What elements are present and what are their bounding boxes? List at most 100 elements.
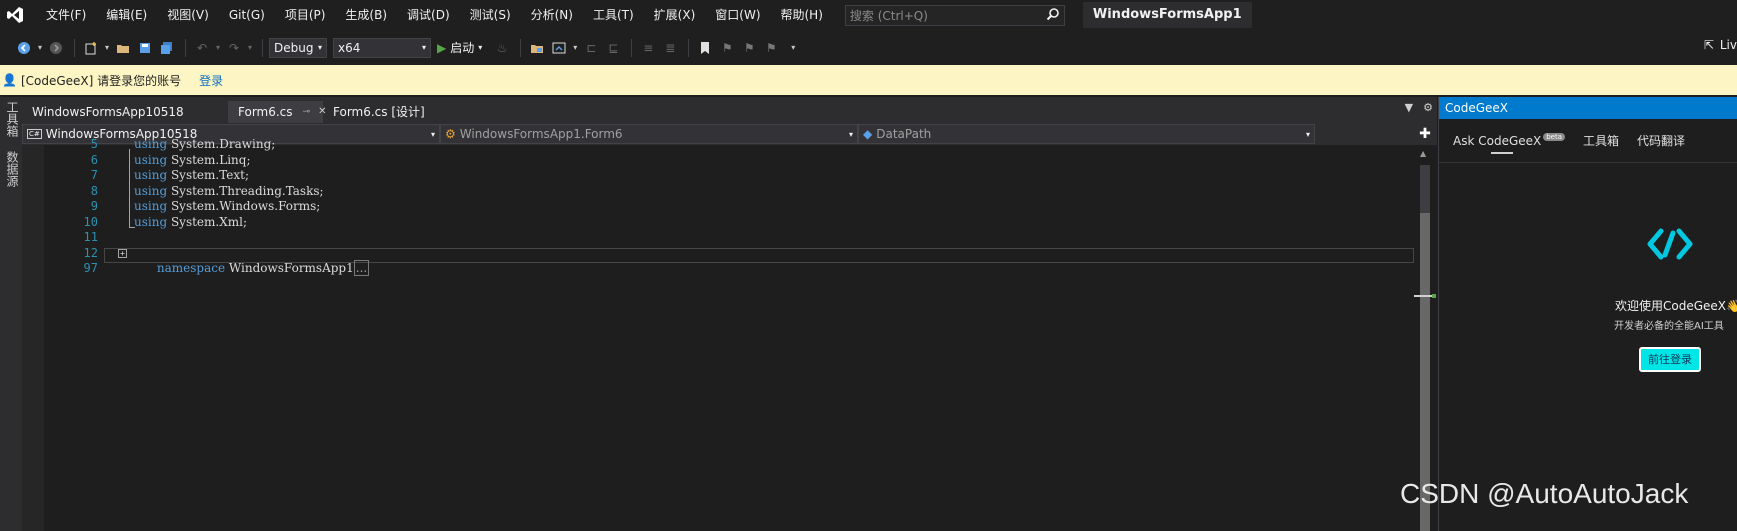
start-debug-button[interactable]: ▶ 启动 ▾ — [437, 39, 482, 56]
clear-bookmarks-icon[interactable]: ⚑ — [761, 38, 781, 58]
solution-config-select[interactable]: Debug ▾ — [269, 37, 327, 58]
codegeex-panel: CodeGeeX Ask CodeGeeX beta 工具箱 代码翻译 欢迎使用C… — [1438, 97, 1737, 531]
split-editor-icon[interactable]: ✚ — [1414, 123, 1436, 145]
line-number: 7 — [90, 168, 98, 182]
line-number: 97 — [83, 261, 98, 275]
hot-reload-icon[interactable]: ♨ — [492, 38, 512, 58]
code-line: using System.Windows.Forms; — [134, 199, 321, 213]
solution-platform-select[interactable]: x64 ▾ — [333, 37, 431, 58]
save-icon[interactable] — [135, 38, 155, 58]
menu-tools[interactable]: 工具(T) — [583, 0, 644, 30]
user-icon: 👤 — [2, 73, 17, 87]
redo-icon[interactable]: ↷ — [224, 38, 244, 58]
menu-edit[interactable]: 编辑(E) — [96, 0, 157, 30]
config-value: Debug — [274, 40, 314, 55]
code-line-namespace: + namespace WindowsFormsApp1... — [106, 246, 1406, 276]
code-lines: using System.Drawing; using System.Linq;… — [106, 137, 1406, 277]
line-number: 8 — [90, 183, 98, 198]
tab-ask-codegeex[interactable]: Ask CodeGeeX beta — [1453, 132, 1566, 154]
tab-label: WindowsFormsApp10518 — [32, 105, 184, 119]
start-label: 启动 — [450, 41, 475, 55]
tab-code-translate[interactable]: 代码翻译 — [1637, 132, 1685, 149]
panel-title: CodeGeeX — [1439, 97, 1737, 119]
login-link[interactable]: 登录 — [199, 72, 223, 89]
uncomment-icon[interactable]: ≣ — [660, 38, 680, 58]
menu-window[interactable]: 窗口(W) — [705, 0, 770, 30]
save-all-icon[interactable] — [157, 38, 177, 58]
chevron-down-icon[interactable]: ▾ — [36, 38, 44, 58]
platform-value: x64 — [338, 40, 361, 55]
menu-bar: 文件(F) 编辑(E) 视图(V) Git(G) 项目(P) 生成(B) 调试(… — [0, 0, 1737, 30]
left-tool-strip: 工具箱 数据源 — [0, 97, 22, 531]
tab-list-dropdown-icon[interactable]: ▼ — [1405, 101, 1413, 114]
comment-icon[interactable]: ≡ — [638, 38, 658, 58]
scroll-up-icon[interactable]: ▲ — [1420, 149, 1426, 158]
code-line: using System.Drawing; — [134, 137, 276, 151]
panel-tabs: Ask CodeGeeX beta 工具箱 代码翻译 — [1439, 119, 1737, 163]
csharp-project-icon: C# — [27, 129, 42, 139]
new-project-icon[interactable] — [81, 38, 101, 58]
menu-view[interactable]: 视图(V) — [157, 0, 219, 30]
menu-git[interactable]: Git(G) — [219, 0, 275, 30]
next-bookmark-icon[interactable]: ⚑ — [739, 38, 759, 58]
code-line: using System.Linq; — [134, 152, 251, 167]
main-menu: 文件(F) 编辑(E) 视图(V) Git(G) 项目(P) 生成(B) 调试(… — [36, 0, 833, 30]
visual-studio-logo-icon[interactable] — [0, 0, 30, 30]
browse-folder-icon[interactable] — [527, 38, 547, 58]
play-icon: ▶ — [437, 40, 447, 55]
pin-icon[interactable]: ⊸ — [303, 101, 311, 123]
change-marker — [1432, 294, 1436, 298]
menu-analyze[interactable]: 分析(N) — [521, 0, 583, 30]
live-share-label: Liv — [1719, 38, 1737, 52]
menu-debug[interactable]: 调试(D) — [397, 0, 460, 30]
chevron-down-icon[interactable]: ▾ — [214, 38, 222, 58]
navigate-back-icon[interactable] — [14, 38, 34, 58]
info-bar: 👤 [CodeGeeX] 请登录您的账号 登录 — [0, 65, 1737, 95]
menu-file[interactable]: 文件(F) — [36, 0, 96, 30]
menu-help[interactable]: 帮助(H) — [771, 0, 833, 30]
menu-test[interactable]: 测试(S) — [460, 0, 521, 30]
vertical-scrollbar[interactable]: ▲ — [1414, 145, 1436, 531]
chevron-down-icon: ▾ — [478, 43, 483, 52]
menu-extensions[interactable]: 扩展(X) — [644, 0, 706, 30]
go-login-button[interactable]: 前往登录 — [1639, 347, 1701, 372]
navigate-forward-icon[interactable] — [46, 38, 66, 58]
line-number: 12 — [83, 245, 98, 260]
chevron-down-icon[interactable]: ▾ — [246, 38, 254, 58]
toolbar-separator — [74, 38, 75, 57]
menu-build[interactable]: 生成(B) — [335, 0, 397, 30]
tab-form6-designer[interactable]: Form6.cs [设计] — [323, 101, 435, 123]
indent-icon[interactable]: ⊑ — [603, 38, 623, 58]
code-editor[interactable]: 5 6 7 8 9 10 11 12 97 using System.Drawi… — [22, 137, 1414, 531]
codegeex-logo-icon — [1647, 227, 1693, 264]
line-number: 11 — [83, 230, 98, 244]
home-view-icon[interactable] — [549, 38, 569, 58]
undo-icon[interactable]: ↶ — [192, 38, 212, 58]
line-number: 9 — [90, 199, 98, 213]
search-icon — [1046, 7, 1060, 24]
prev-bookmark-icon[interactable]: ⚑ — [717, 38, 737, 58]
chevron-down-icon[interactable]: ▾ — [103, 38, 111, 58]
tab-project[interactable]: WindowsFormsApp10518 — [22, 101, 228, 123]
menu-project[interactable]: 项目(P) — [275, 0, 336, 30]
tab-form6-cs[interactable]: Form6.cs ⊸ ✕ — [228, 101, 326, 123]
code-line: using System.Xml; — [134, 214, 248, 229]
expand-region-icon[interactable]: + — [118, 248, 127, 258]
format-icon[interactable]: ⊏ — [581, 38, 601, 58]
toolbar-overflow-icon[interactable]: ▾ — [783, 38, 803, 58]
caret-marker — [1414, 295, 1432, 297]
info-message: [CodeGeeX] 请登录您的账号 — [20, 73, 182, 88]
bookmark-icon[interactable] — [695, 38, 715, 58]
gear-icon[interactable]: ⚙ — [1423, 101, 1433, 114]
toolbar: ▾ ▾ ↶ ▾ ↷ ▾ Debug ▾ x64 ▾ ▶ 启动 ▾ ♨ ▾ ⊏ ⊑… — [0, 30, 1737, 65]
line-number: 5 — [90, 137, 98, 151]
open-folder-icon[interactable] — [113, 38, 133, 58]
live-share-button[interactable]: ⇱ Liv — [1704, 38, 1737, 52]
tab-controls: ▼ ⚙ — [1405, 101, 1433, 114]
side-tab-datasource[interactable]: 数据源 — [4, 147, 21, 191]
tab-toolbox[interactable]: 工具箱 — [1583, 132, 1619, 149]
search-input[interactable]: 搜索 (Ctrl+Q) — [844, 4, 1065, 26]
chevron-down-icon[interactable]: ▾ — [571, 38, 579, 58]
side-tab-toolbox[interactable]: 工具箱 — [4, 97, 21, 141]
